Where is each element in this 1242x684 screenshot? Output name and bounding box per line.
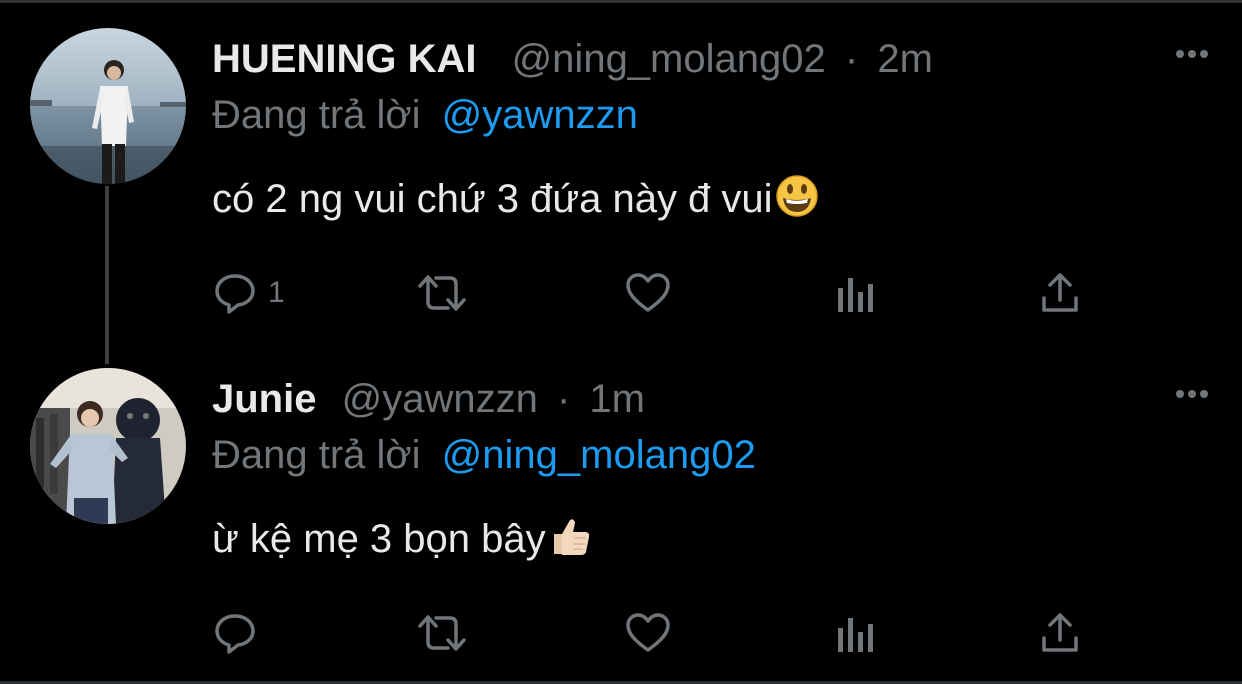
more-options-button[interactable] bbox=[1172, 44, 1212, 64]
tweet-actions bbox=[212, 608, 1112, 658]
mention-link[interactable]: @yawnzzn bbox=[442, 93, 638, 137]
replying-to-label: Đang trả lời bbox=[212, 93, 421, 137]
separator: · bbox=[844, 37, 859, 81]
grinning-face-emoji-icon bbox=[775, 174, 819, 228]
tweet-text: có 2 ng vui chứ 3 đứa này đ vui bbox=[212, 174, 819, 228]
tweet[interactable]: HUENING KAI @ning_molang02 · 2m Đang trả… bbox=[0, 0, 1242, 340]
display-name[interactable]: Junie bbox=[212, 377, 316, 421]
more-icon bbox=[1176, 390, 1208, 398]
replying-to: Đang trả lời @ning_molang02 bbox=[212, 432, 756, 478]
tweet-text-content: ừ kệ mẹ 3 bọn bây bbox=[212, 517, 546, 561]
analytics-button[interactable] bbox=[834, 608, 878, 658]
timestamp[interactable]: 2m bbox=[877, 37, 933, 81]
retweet-icon bbox=[418, 615, 466, 651]
tweet-text: ừ kệ mẹ 3 bọn bây bbox=[212, 514, 592, 568]
user-handle[interactable]: @yawnzzn bbox=[342, 377, 538, 421]
reply-icon bbox=[215, 614, 255, 654]
retweet-button[interactable] bbox=[414, 268, 470, 318]
tweet-text-content: có 2 ng vui chứ 3 đứa này đ vui bbox=[212, 177, 773, 221]
user-handle[interactable]: @ning_molang02 bbox=[512, 37, 826, 81]
avatar[interactable] bbox=[30, 28, 186, 184]
like-button[interactable] bbox=[624, 608, 672, 658]
display-name[interactable]: HUENING KAI bbox=[212, 37, 476, 81]
more-icon bbox=[1176, 50, 1208, 58]
retweet-icon bbox=[418, 275, 466, 311]
replying-to-label: Đang trả lời bbox=[212, 433, 421, 477]
analytics-button[interactable] bbox=[834, 268, 878, 318]
views-icon bbox=[838, 618, 873, 652]
avatar[interactable] bbox=[30, 368, 186, 524]
tweet[interactable]: Junie @yawnzzn · 1m Đang trả lời @ning_m… bbox=[0, 340, 1242, 684]
reply-count: 1 bbox=[268, 276, 285, 309]
like-icon bbox=[626, 273, 670, 312]
retweet-button[interactable] bbox=[414, 608, 470, 658]
tweet-header: HUENING KAI @ning_molang02 · 2m bbox=[212, 36, 933, 82]
tweet-actions: 1 bbox=[212, 268, 1112, 318]
like-icon bbox=[626, 613, 670, 652]
separator: · bbox=[556, 377, 571, 421]
timestamp[interactable]: 1m bbox=[589, 377, 645, 421]
share-icon bbox=[1042, 613, 1078, 652]
reply-button[interactable] bbox=[212, 608, 268, 658]
tweet-header: Junie @yawnzzn · 1m bbox=[212, 376, 645, 422]
like-button[interactable] bbox=[624, 268, 672, 318]
more-options-button[interactable] bbox=[1172, 384, 1212, 404]
thumbs-up-emoji-icon bbox=[548, 514, 592, 568]
share-button[interactable] bbox=[1038, 608, 1082, 658]
share-button[interactable] bbox=[1038, 268, 1082, 318]
share-icon bbox=[1042, 273, 1078, 312]
mention-link[interactable]: @ning_molang02 bbox=[442, 433, 756, 477]
replying-to: Đang trả lời @yawnzzn bbox=[212, 92, 638, 138]
views-icon bbox=[838, 278, 873, 312]
reply-icon bbox=[215, 274, 255, 314]
reply-button[interactable]: 1 bbox=[212, 268, 285, 318]
